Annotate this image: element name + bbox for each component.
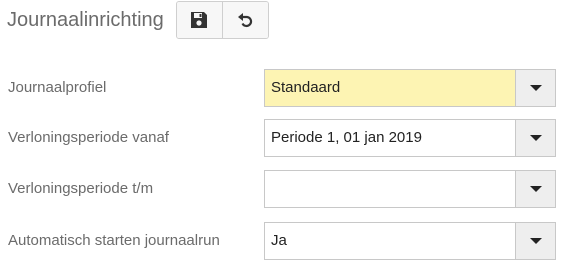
select-value [271, 171, 511, 207]
form-row-periode-tm: Verloningsperiode t/m [0, 170, 565, 208]
undo-button[interactable] [221, 2, 268, 38]
field-label: Verloningsperiode vanaf [8, 129, 169, 146]
page-title: Journaalinrichting [7, 8, 164, 31]
form-row-journaalprofiel: Journaalprofiel Standaard [0, 69, 565, 107]
automatisch-starten-select[interactable]: Ja [264, 222, 556, 260]
dropdown-toggle-button[interactable] [515, 223, 555, 259]
field-label: Verloningsperiode t/m [8, 180, 154, 197]
form-row-periode-vanaf: Verloningsperiode vanaf Periode 1, 01 ja… [0, 119, 565, 157]
page-header: Journaalinrichting [7, 0, 269, 40]
floppy-disk-icon [191, 12, 208, 28]
dropdown-toggle-button[interactable] [515, 171, 555, 207]
form-row-automatisch-starten: Automatisch starten journaalrun Ja [0, 222, 565, 260]
caret-down-icon [529, 135, 542, 141]
caret-down-icon [529, 186, 542, 192]
select-value: Periode 1, 01 jan 2019 [271, 129, 422, 146]
periode-vanaf-select[interactable]: Periode 1, 01 jan 2019 [264, 119, 556, 157]
field-label: Automatisch starten journaalrun [8, 232, 220, 249]
select-value: Standaard [271, 79, 341, 96]
select-value: Ja [271, 232, 287, 249]
save-button[interactable] [176, 2, 222, 38]
dropdown-toggle-button[interactable] [515, 70, 555, 106]
field-label: Journaalprofiel [8, 79, 107, 96]
undo-arrow-icon [238, 13, 253, 28]
periode-tm-select[interactable] [264, 170, 556, 208]
journaalprofiel-select[interactable]: Standaard [264, 69, 556, 107]
toolbar-button-group [175, 1, 269, 39]
dropdown-toggle-button[interactable] [515, 120, 555, 156]
caret-down-icon [529, 238, 542, 244]
caret-down-icon [529, 85, 542, 91]
